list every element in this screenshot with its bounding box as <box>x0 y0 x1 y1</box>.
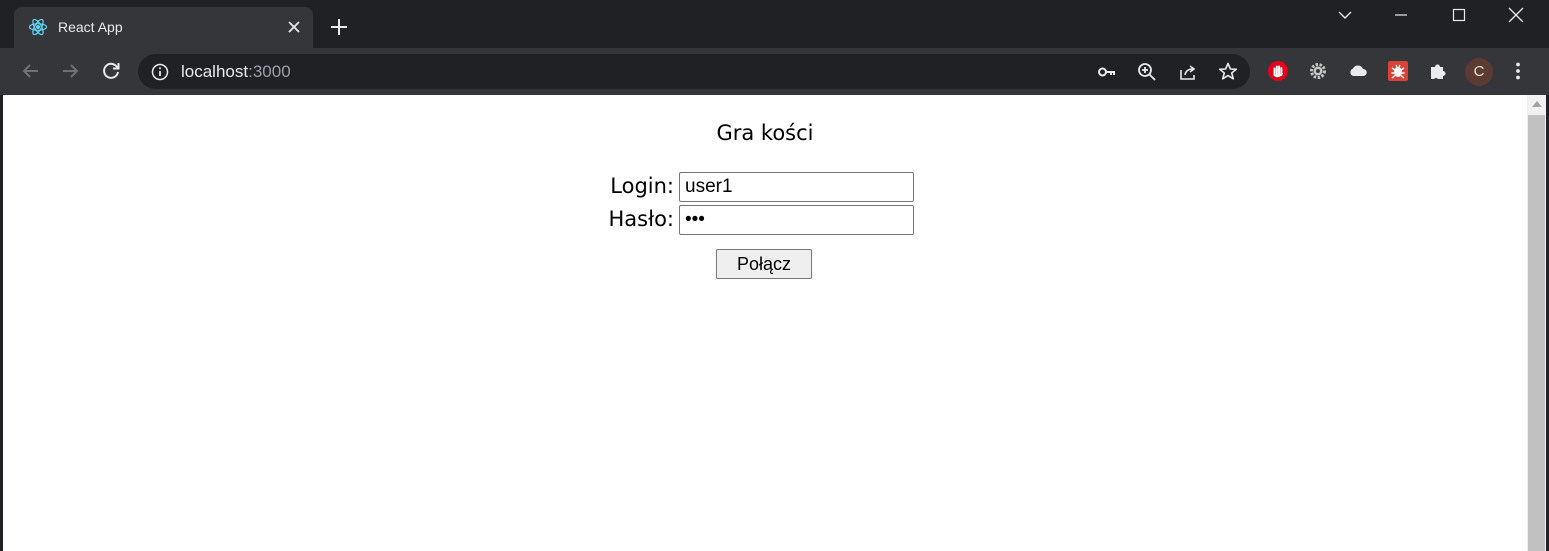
browser-titlebar: React App <box>0 0 1549 48</box>
page-scrollbar[interactable] <box>1527 95 1546 551</box>
share-icon[interactable] <box>1177 61 1199 83</box>
page-viewport: Gra kości Login: Hasło: Połącz <box>3 95 1527 551</box>
login-row: Login: <box>523 172 674 202</box>
bug-icon[interactable] <box>1387 60 1409 82</box>
minimize-icon[interactable] <box>1388 4 1414 26</box>
reload-icon[interactable] <box>98 58 124 84</box>
cloud-icon[interactable] <box>1347 60 1369 82</box>
gear-icon[interactable] <box>1307 60 1329 82</box>
address-bar[interactable]: localhost:3000 <box>138 54 1250 89</box>
key-icon[interactable] <box>1096 61 1118 83</box>
password-input[interactable] <box>679 205 914 235</box>
password-row: Hasło: <box>523 205 675 235</box>
password-label: Hasło: <box>608 207 675 231</box>
puzzle-icon[interactable] <box>1427 60 1449 82</box>
site-info-icon[interactable] <box>150 62 170 82</box>
connect-button[interactable]: Połącz <box>716 249 812 279</box>
tab-search-chevron-icon[interactable] <box>1332 4 1358 26</box>
close-tab-icon[interactable] <box>285 18 303 36</box>
back-icon[interactable] <box>18 58 44 84</box>
close-window-icon[interactable] <box>1503 4 1529 26</box>
adblock-icon[interactable] <box>1267 60 1289 82</box>
more-menu-icon[interactable] <box>1507 60 1529 82</box>
new-tab-icon[interactable] <box>328 16 350 38</box>
url-text: localhost:3000 <box>181 62 291 82</box>
bookmark-star-icon[interactable] <box>1217 61 1239 83</box>
profile-avatar[interactable]: C <box>1465 58 1493 86</box>
tab-title: React App <box>58 19 123 35</box>
zoom-icon[interactable] <box>1136 61 1158 83</box>
url-port: :3000 <box>248 62 291 81</box>
login-input[interactable] <box>679 172 914 202</box>
browser-tab[interactable]: React App <box>14 7 313 48</box>
scroll-up-arrow-icon[interactable] <box>1532 101 1542 107</box>
login-label: Login: <box>610 174 674 198</box>
browser-toolbar: localhost:3000 C <box>0 48 1549 95</box>
scroll-thumb[interactable] <box>1528 115 1545 551</box>
maximize-icon[interactable] <box>1446 4 1472 26</box>
react-icon <box>28 18 48 36</box>
forward-icon[interactable] <box>57 58 83 84</box>
page-title: Gra kości <box>716 121 814 145</box>
url-host: localhost <box>181 62 249 81</box>
